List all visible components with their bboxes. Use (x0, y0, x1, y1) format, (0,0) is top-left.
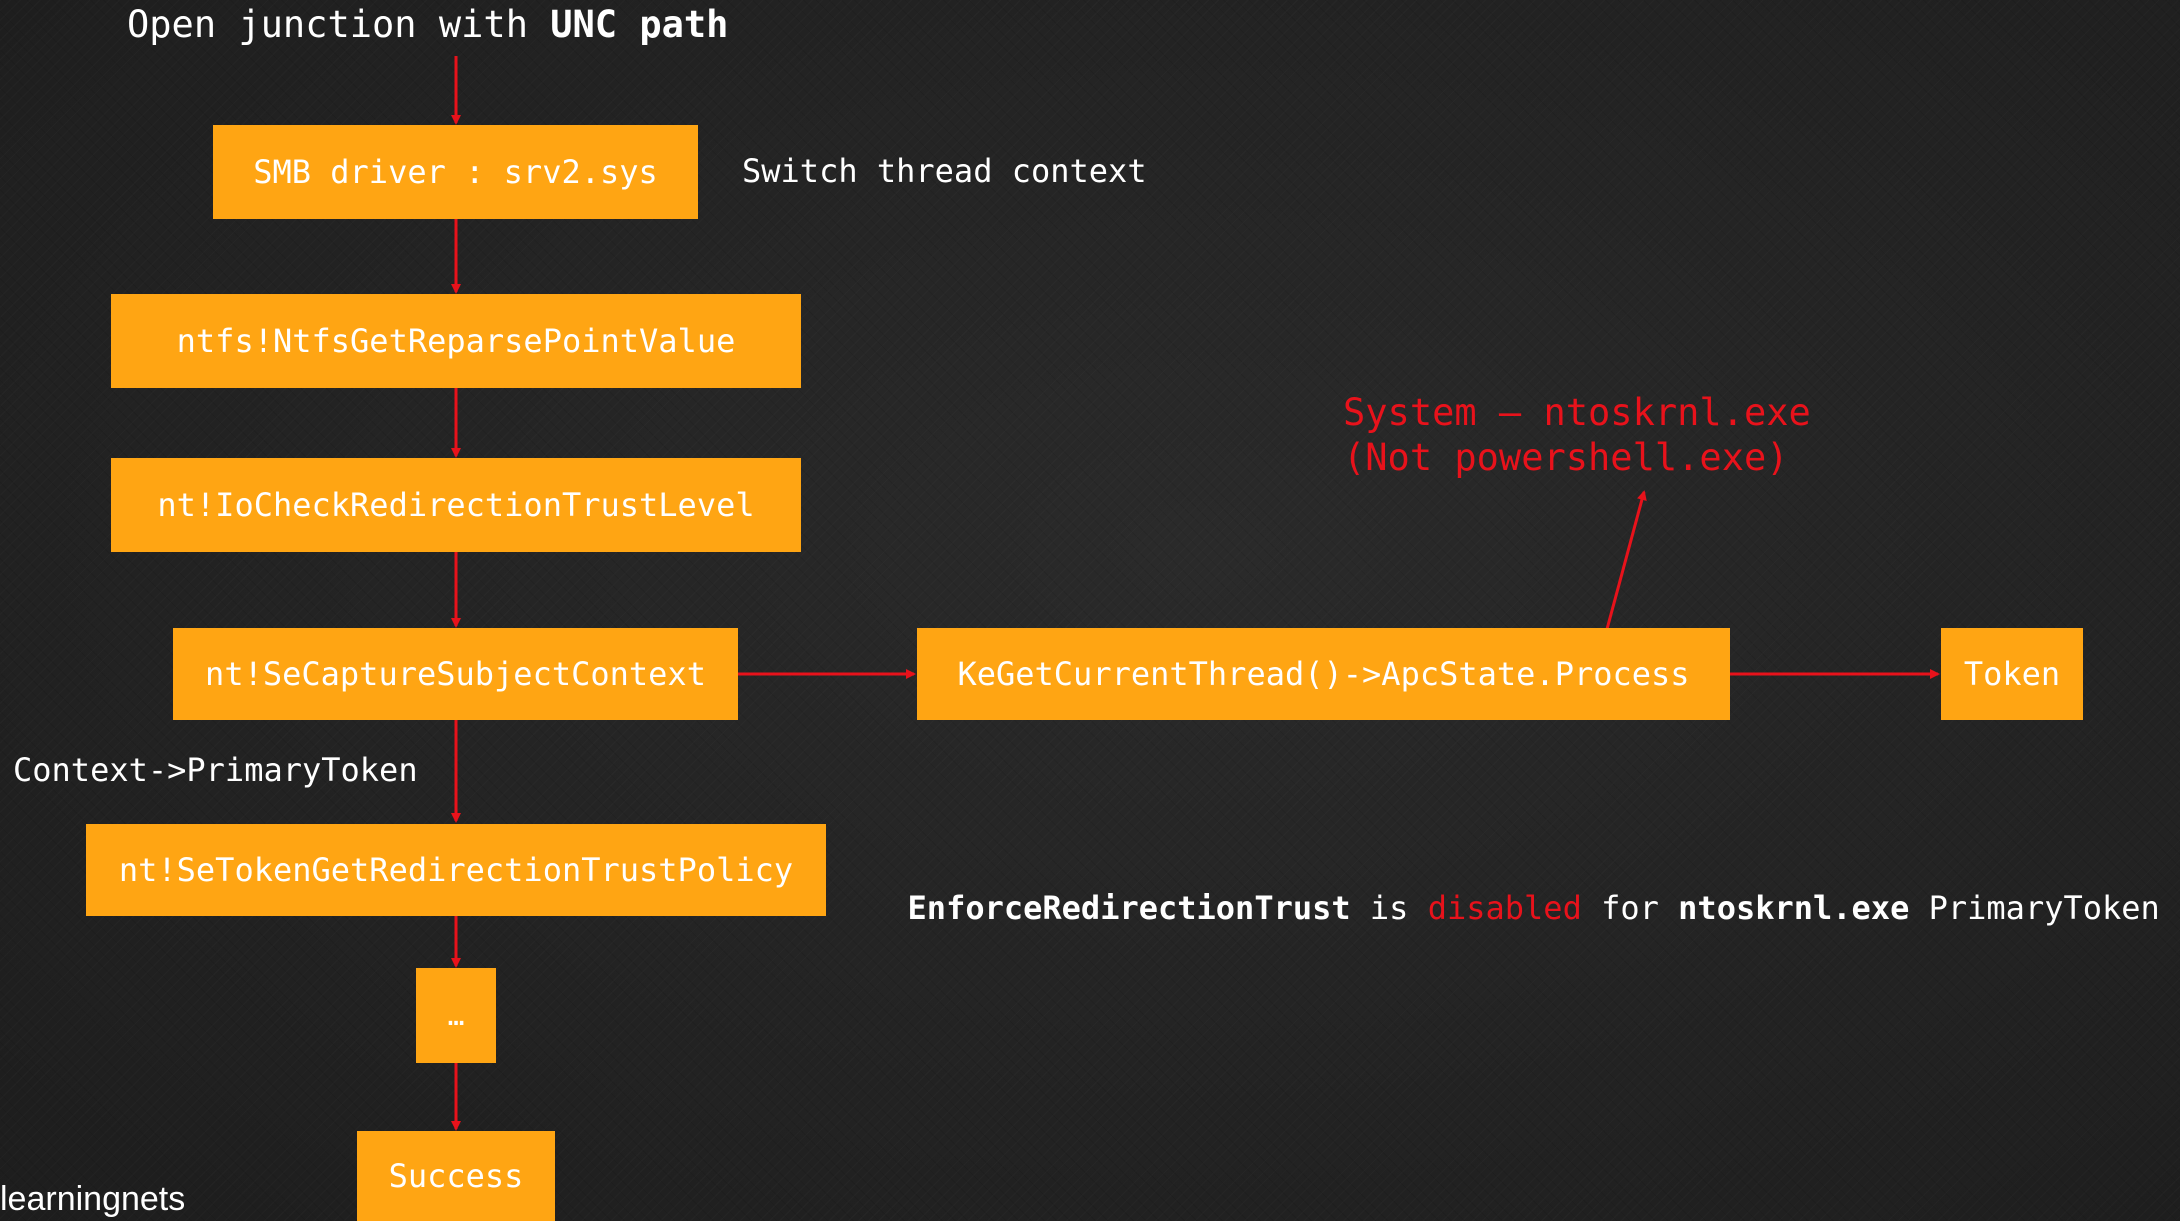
box-token: Token (1941, 628, 2083, 720)
box-smb-driver: SMB driver : srv2.sys (213, 125, 698, 219)
annotation-line-1: System – ntoskrnl.exe (1343, 391, 1811, 434)
box-ke-get-current-thread: KeGetCurrentThread()->ApcState.Process (917, 628, 1730, 720)
process-annotation: System – ntoskrnl.exe (Not powershell.ex… (1343, 390, 1811, 480)
note-enforce-redirection-trust: EnforceRedirectionTrust (907, 889, 1351, 927)
title-prefix: Open junction with (127, 3, 551, 46)
diagram-title: Open junction with UNC path (127, 6, 728, 43)
note-is: is (1350, 889, 1428, 927)
note-primary-token: PrimaryToken (1909, 889, 2160, 927)
primary-token-label: Context->PrimaryToken (13, 751, 418, 789)
watermark-text: learningnets (0, 1180, 186, 1218)
box-ellipsis: … (416, 968, 496, 1063)
note-disabled: disabled (1427, 889, 1582, 927)
switch-thread-context-label: Switch thread context (742, 152, 1147, 190)
annotation-line-2: (Not powershell.exe) (1343, 436, 1789, 479)
enforce-redirection-note: EnforceRedirectionTrust is disabled for … (869, 860, 2160, 924)
box-io-check-redirection: nt!IoCheckRedirectionTrustLevel (111, 458, 801, 552)
box-se-capture-subject: nt!SeCaptureSubjectContext (173, 628, 738, 720)
box-se-token-get-policy: nt!SeTokenGetRedirectionTrustPolicy (86, 824, 826, 916)
box-success: Success (357, 1131, 555, 1221)
box-ntfs-get-reparse: ntfs!NtfsGetReparsePointValue (111, 294, 801, 388)
note-ntoskrnl: ntoskrnl.exe (1678, 889, 1910, 927)
title-bold: UNC path (550, 3, 729, 46)
note-for: for (1581, 889, 1679, 927)
